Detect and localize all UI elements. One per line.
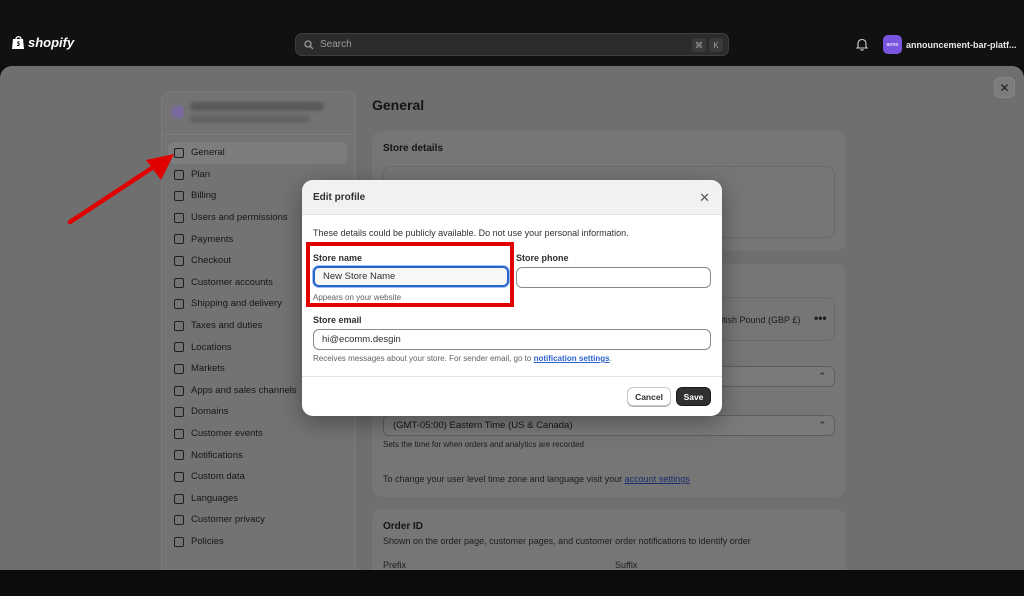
store-phone-input[interactable] <box>516 267 711 288</box>
location-pin-icon <box>174 342 184 353</box>
store-name: announcement-bar-platf... <box>906 39 1017 50</box>
search-icon <box>304 39 314 49</box>
sidebar-item-customer-privacy[interactable]: Customer privacy <box>162 509 355 531</box>
language-icon <box>174 493 184 504</box>
order-id-description: Shown on the order page, customer pages,… <box>383 536 751 546</box>
sidebar-item-label: Apps and sales channels <box>191 384 297 396</box>
apps-icon <box>174 385 184 396</box>
sidebar-item-label: Locations <box>191 341 232 353</box>
store-details-title: Store details <box>383 143 444 154</box>
shopify-logo[interactable]: shopify <box>12 35 74 50</box>
sidebar-item-label: Markets <box>191 363 225 375</box>
store-url-blurred <box>190 115 310 123</box>
search-placeholder: Search <box>320 39 352 50</box>
sidebar-item-label: Customer privacy <box>191 514 265 526</box>
sidebar-item-customer-events[interactable]: Customer events <box>162 423 355 445</box>
brand-name: shopify <box>28 35 75 50</box>
shortcut-key-k: K <box>709 38 723 52</box>
shortcut-key-cmd: ⌘ <box>692 38 706 52</box>
database-icon <box>174 471 184 482</box>
close-icon[interactable]: ✕ <box>699 190 710 206</box>
store-email-help-end: . <box>609 354 612 363</box>
more-actions-icon[interactable]: ••• <box>814 311 827 325</box>
annotation-arrow <box>67 154 174 225</box>
privacy-note: These details could be publicly availabl… <box>313 228 629 238</box>
account-settings-link[interactable]: account settings <box>625 474 690 484</box>
bell-icon <box>174 450 184 461</box>
sidebar-item-languages[interactable]: Languages <box>162 488 355 510</box>
sidebar-item-label: Customer events <box>191 428 263 440</box>
sidebar-item-label: Policies <box>191 535 224 547</box>
search-bar[interactable]: Search ⌘ K <box>295 33 729 56</box>
sidebar-item-label: Shipping and delivery <box>191 298 282 310</box>
sidebar-item-label: Custom data <box>191 471 245 483</box>
order-id-title: Order ID <box>383 521 424 532</box>
store-email-input[interactable] <box>313 329 711 350</box>
save-button[interactable]: Save <box>676 387 711 406</box>
store-switcher[interactable]: anno announcement-bar-platf... <box>883 35 1017 54</box>
globe-icon <box>174 363 184 374</box>
events-icon <box>174 428 184 439</box>
sidebar-store-header[interactable] <box>162 92 355 135</box>
sidebar-item-label: Billing <box>191 190 217 202</box>
currency-value: ritish Pound (GBP £) <box>718 315 801 325</box>
store-email-label: Store email <box>313 315 362 325</box>
sidebar-item-policies[interactable]: Policies <box>162 531 355 553</box>
store-name-blurred <box>190 102 324 111</box>
account-settings-text: To change your user level time zone and … <box>383 474 623 484</box>
person-icon <box>174 277 184 288</box>
store-avatar: anno <box>883 35 902 54</box>
sidebar-item-notifications[interactable]: Notifications <box>162 444 355 466</box>
sidebar-item-label: Notifications <box>191 449 243 461</box>
sidebar-item-label: Taxes and duties <box>191 320 263 332</box>
notification-settings-link[interactable]: notification settings <box>534 354 610 363</box>
sidebar-item-label: Checkout <box>191 255 232 267</box>
lock-icon <box>174 515 184 526</box>
store-phone-label: Store phone <box>516 253 569 263</box>
cancel-button[interactable]: Cancel <box>627 387 671 406</box>
bell-icon[interactable] <box>856 38 868 51</box>
admin-top-bar: shopify Search ⌘ K anno announcement-bar… <box>0 0 1024 66</box>
document-icon <box>174 536 184 547</box>
payment-icon <box>174 234 184 245</box>
dialog-title: Edit profile <box>313 192 366 203</box>
sidebar-item-general[interactable]: General <box>168 142 347 164</box>
sidebar-item-label: Customer accounts <box>191 276 273 288</box>
annotation-highlight-box <box>306 242 514 307</box>
select-chevron-icon: ⌃ <box>818 371 826 381</box>
page-title: General <box>372 97 425 113</box>
sidebar-item-label: Payments <box>191 233 234 245</box>
sidebar-item-label: Languages <box>191 492 239 504</box>
dialog-header: Edit profile ✕ <box>302 180 722 215</box>
select-chevron-icon: ⌃ <box>818 420 826 430</box>
sidebar-item-label: Users and permissions <box>191 212 288 224</box>
shopify-bag-icon <box>12 36 24 49</box>
cart-icon <box>174 255 184 266</box>
timezone-value: (GMT-05:00) Eastern Time (US & Canada) <box>393 420 573 431</box>
sidebar-item-label: Domains <box>191 406 229 418</box>
suffix-label: Suffix <box>615 560 638 570</box>
sidebar-item-label: General <box>191 147 225 159</box>
store-email-help: Receives messages about your store. For … <box>313 354 612 363</box>
truck-icon <box>174 299 184 310</box>
account-settings-note: To change your user level time zone and … <box>383 474 690 484</box>
timezone-help: Sets the time for when orders and analyt… <box>383 440 584 449</box>
order-id-card: Order ID Shown on the order page, custom… <box>372 509 846 571</box>
bottom-letterbox <box>0 570 1024 596</box>
sidebar-item-custom-data[interactable]: Custom data <box>162 466 355 488</box>
close-settings-button[interactable]: ✕ <box>994 77 1015 98</box>
tax-icon <box>174 320 184 331</box>
prefix-label: Prefix <box>383 560 407 570</box>
store-email-help-text: Receives messages about your store. For … <box>313 354 532 363</box>
store-avatar-blurred <box>172 106 184 118</box>
sidebar-item-label: Plan <box>191 168 211 180</box>
domain-icon <box>174 407 184 418</box>
dialog-footer: Cancel Save <box>302 376 722 416</box>
timezone-select[interactable]: (GMT-05:00) Eastern Time (US & Canada) ⌃ <box>383 415 835 436</box>
